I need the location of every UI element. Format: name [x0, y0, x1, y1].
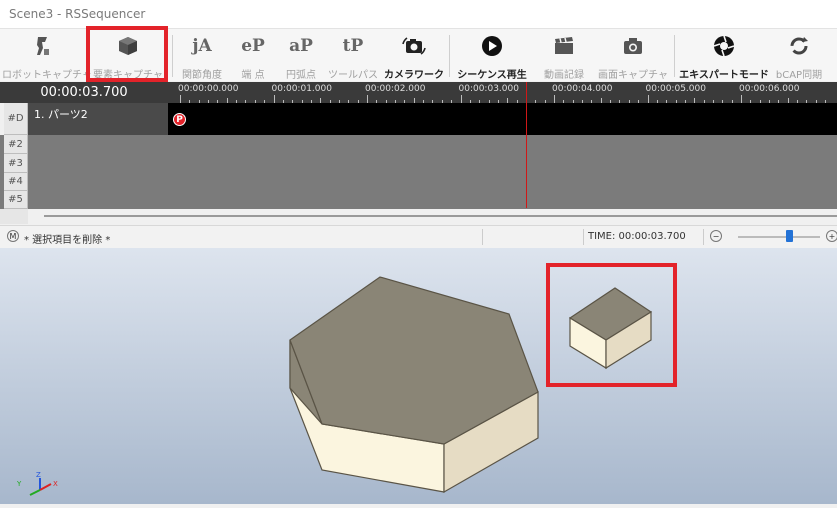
scrollbar-thumb[interactable]: [44, 215, 837, 217]
ruler-tick-mark: [460, 95, 462, 103]
toolbar-separator: [674, 35, 675, 77]
arc-point-icon: aP: [289, 36, 313, 56]
expert-mode-button[interactable]: エキスパートモード: [678, 33, 770, 81]
time-readout: TIME: 00:00:03.700: [588, 231, 686, 242]
ruler-tick-label: 00:00:02.000: [365, 84, 426, 94]
playhead-cursor[interactable]: [526, 82, 527, 208]
ruler-tick-label: 00:00:05.000: [645, 84, 706, 94]
track-area-empty[interactable]: #2 #3 #4 #5: [0, 135, 837, 209]
camera-work-icon: [401, 35, 427, 57]
ruler-tick-label: 00:00:00.000: [178, 84, 239, 94]
ruler-tick-label: 00:00:01.000: [271, 84, 332, 94]
screen-capture-button[interactable]: 画面キャプチャ: [596, 33, 670, 81]
end-point-icon: eP: [241, 36, 265, 56]
zoom-in-button[interactable]: +: [826, 230, 837, 242]
aperture-icon: [711, 35, 737, 57]
joint-angle-button[interactable]: jA 関節角度: [176, 33, 228, 81]
toolbar-separator: [449, 35, 450, 77]
video-record-button[interactable]: 動画記録: [536, 33, 592, 81]
toolbar-separator: [172, 35, 173, 77]
status-message: * 選択項目を削除 *: [24, 235, 111, 246]
ruler-tick-label: 00:00:06.000: [739, 84, 800, 94]
window-title: Scene3 - RSSequencer: [9, 7, 146, 21]
ruler-tick-mark: [647, 95, 649, 103]
3d-viewport[interactable]: Z X Y: [0, 248, 837, 504]
ruler-tick-label: 00:00:04.000: [552, 84, 613, 94]
robot-capture-button[interactable]: ロボットキャプチャ: [2, 33, 92, 81]
status-bar: M * 選択項目を削除 * TIME: 00:00:03.700 − +: [0, 225, 837, 248]
track-id: #2: [4, 135, 28, 154]
play-icon: [479, 35, 505, 57]
axis-z-label: Z: [36, 471, 41, 479]
hexagon-prism[interactable]: [289, 276, 539, 494]
tool-path-button[interactable]: tP ツールパス: [328, 33, 378, 81]
joint-angle-icon: jA: [192, 36, 212, 56]
ruler-tick-mark: [273, 95, 275, 103]
axis-y-label: Y: [16, 480, 22, 488]
title-bar: Scene3 - RSSequencer: [0, 0, 837, 29]
zoom-out-button[interactable]: −: [710, 230, 722, 242]
ruler-tick-mark: [741, 95, 742, 103]
ruler-tick-mark: [180, 95, 181, 103]
ruler-tick-label: 00:00:03.000: [458, 84, 519, 94]
mode-button[interactable]: M: [7, 230, 19, 242]
camera-work-button[interactable]: カメラワーク: [384, 33, 444, 81]
sequence-play-button[interactable]: シーケンス再生: [453, 33, 531, 81]
tool-path-icon: tP: [342, 36, 364, 56]
keyframe-marker[interactable]: P: [173, 113, 186, 126]
robot-capture-icon: [30, 35, 56, 57]
track-id: #5: [4, 191, 28, 209]
sync-icon: [786, 35, 812, 57]
track-row[interactable]: #D 1. パーツ2: [0, 103, 837, 135]
ruler-tick-mark: [367, 95, 368, 103]
zoom-slider-track[interactable]: [738, 236, 820, 238]
track-id: #3: [4, 154, 28, 173]
track-name: 1. パーツ2: [28, 103, 168, 135]
current-time-display: 00:00:03.700: [40, 85, 128, 100]
ruler-tick-mark: [554, 95, 555, 103]
timeline-scrollbar[interactable]: [0, 209, 837, 224]
time-ruler[interactable]: 00:00:00.000 00:00:01.000 00:00:02.000 00:0…: [170, 82, 837, 103]
box-part[interactable]: [568, 287, 653, 370]
scene-canvas[interactable]: Z X Y: [0, 248, 837, 504]
axis-indicator: Z X Y: [16, 471, 58, 496]
bcap-sync-button[interactable]: bCAP同期: [772, 33, 826, 81]
zoom-slider-thumb[interactable]: [785, 230, 793, 242]
camera-icon: [620, 35, 646, 57]
end-point-button[interactable]: eP 端 点: [232, 33, 274, 81]
track-id: #4: [4, 173, 28, 191]
timeline-header: 00:00:03.700 00:00:00.000 00:00:01.000 00:…: [0, 82, 837, 103]
track-lane[interactable]: [168, 103, 837, 135]
highlight-box-element-capture: [86, 26, 168, 82]
clapper-icon: [551, 35, 577, 57]
arc-point-button[interactable]: aP 円弧点: [278, 33, 324, 81]
track-id: #D: [4, 103, 28, 135]
timeline-tracks: #D 1. パーツ2 #2 #3 #4 #5: [0, 103, 837, 209]
axis-x-label: X: [53, 480, 58, 488]
